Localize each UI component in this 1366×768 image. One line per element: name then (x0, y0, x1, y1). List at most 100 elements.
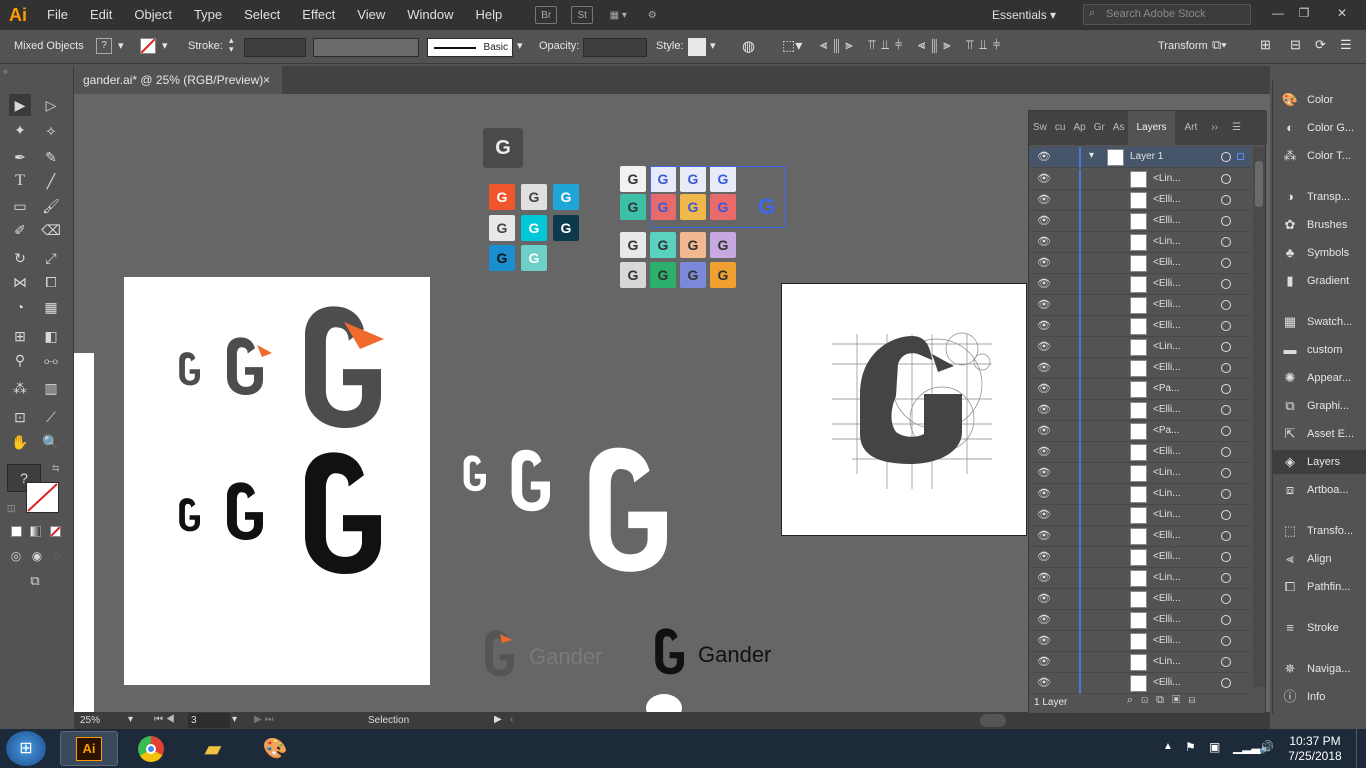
taskbar-chrome[interactable] (122, 731, 180, 766)
symbol-sprayer-tool-icon[interactable]: ⁂ (9, 377, 31, 399)
sublayer-target-icon[interactable] (1221, 405, 1231, 415)
menu-object[interactable]: Object (123, 0, 183, 30)
start-button-icon[interactable]: ⊞ (6, 731, 46, 766)
more-tabs-icon[interactable]: ›› (1207, 111, 1222, 145)
show-hidden-icons[interactable]: ▲ (1163, 741, 1173, 752)
sublayer-target-icon[interactable] (1221, 342, 1231, 352)
visibility-eye-icon[interactable]: 👁 (1037, 634, 1051, 647)
layer-sublayer-row[interactable]: 👁 <Elli... (1029, 358, 1251, 379)
visibility-eye-icon[interactable]: 👁 (1037, 340, 1051, 353)
icon-swatch-light[interactable]: G (521, 184, 547, 210)
sublayer-target-icon[interactable] (1221, 531, 1231, 541)
icon-swatch-mint[interactable]: G (650, 232, 676, 258)
dock-color[interactable]: 🎨 Color (1273, 88, 1366, 112)
sublayer-name[interactable]: <Elli... (1153, 320, 1181, 331)
sublayer-name[interactable]: <Elli... (1153, 530, 1181, 541)
style-dropdown-icon[interactable]: ▾ (710, 39, 716, 52)
direct-selection-tool-icon[interactable]: ▷ (40, 94, 62, 116)
align-buttons-icon[interactable]: ⫷⫼⫸ ⫪⫫⫩ ⫷⫼⫸ ⫪⫫⫩ (820, 37, 1006, 53)
visibility-eye-icon[interactable]: 👁 (1037, 424, 1051, 437)
sublayer-name[interactable]: <Elli... (1153, 194, 1181, 205)
sublayer-name[interactable]: <Elli... (1153, 635, 1181, 646)
icon-swatch-white[interactable]: G (489, 215, 515, 241)
shape-builder-tool-icon[interactable]: ◔ (9, 296, 31, 318)
layer-sublayer-row[interactable]: 👁 <Lin... (1029, 505, 1251, 526)
layer-sublayer-row[interactable]: 👁 <Lin... (1029, 568, 1251, 589)
first-artboard-icon[interactable]: ⏮ ◀ (154, 714, 175, 725)
visibility-eye-icon[interactable]: 👁 (1037, 487, 1051, 500)
status-menu-icon[interactable]: ▶ (494, 714, 502, 725)
dock-color-guide[interactable]: ◐ Color G... (1273, 116, 1366, 140)
draw-normal-icon[interactable]: ◎ (5, 545, 27, 567)
scroll-left-icon[interactable]: ‹ (510, 714, 513, 725)
app-icon-tile[interactable]: G (483, 128, 523, 168)
sublayer-target-icon[interactable] (1221, 426, 1231, 436)
visibility-eye-icon[interactable]: 👁 (1037, 508, 1051, 521)
minimize-button[interactable]: — (1266, 3, 1290, 23)
tab-swatches[interactable]: Sw (1029, 111, 1051, 145)
dock-align[interactable]: ⫷ Align (1273, 547, 1366, 571)
sublayer-name[interactable]: <Elli... (1153, 677, 1181, 688)
visibility-eye-icon[interactable]: 👁 (1037, 298, 1051, 311)
stock-search-input[interactable]: Search Adobe Stock (1083, 4, 1251, 25)
layer-sublayer-row[interactable]: 👁 <Elli... (1029, 610, 1251, 631)
sublayer-name[interactable]: <Elli... (1153, 278, 1181, 289)
taskbar-paint[interactable]: 🎨 (246, 731, 304, 766)
dock-brushes[interactable]: ✿ Brushes (1273, 213, 1366, 237)
artboard-number-input[interactable]: 3 (188, 713, 230, 728)
dock-asset-export[interactable]: ⇱ Asset E... (1273, 422, 1366, 446)
taskbar-file-explorer[interactable]: ▰ (184, 731, 242, 766)
mesh-tool-icon[interactable]: ⊞ (9, 325, 31, 347)
sublayer-name[interactable]: <Elli... (1153, 446, 1181, 457)
icon-swatch-orange[interactable]: G (489, 184, 515, 210)
bridge-button[interactable]: Br (535, 6, 558, 24)
sublayer-name[interactable]: <Lin... (1153, 509, 1181, 520)
pen-tool-icon[interactable]: ✒ (9, 146, 31, 168)
swap-fill-stroke-icon[interactable]: ⇆ (52, 463, 60, 474)
sublayer-name[interactable]: <Elli... (1153, 257, 1181, 268)
status-mode[interactable]: Selection (368, 715, 409, 726)
zoom-tool-icon[interactable]: 🔍 (40, 431, 62, 453)
shaper-tool-icon[interactable]: ✐ (9, 219, 31, 241)
hand-tool-icon[interactable]: ✋ (9, 431, 31, 453)
artboard-tool-icon[interactable]: ⊡ (9, 406, 31, 428)
layer-sublayer-row[interactable]: 👁 <Elli... (1029, 547, 1251, 568)
sublayer-target-icon[interactable] (1221, 657, 1231, 667)
arrange-icon[interactable]: ⊟ (1290, 37, 1301, 53)
sublayer-target-icon[interactable] (1221, 279, 1231, 289)
sublayer-target-icon[interactable] (1221, 510, 1231, 520)
rotate-tool-icon[interactable]: ↻ (9, 247, 31, 269)
visibility-eye-icon[interactable]: 👁 (1037, 214, 1051, 227)
menu-window[interactable]: Window (396, 0, 464, 30)
brush-definition[interactable]: Basic (427, 38, 513, 57)
perspective-grid-tool-icon[interactable]: ▦ (40, 296, 62, 318)
sublayer-name[interactable]: <Elli... (1153, 299, 1181, 310)
horizontal-scrollbar-thumb[interactable] (980, 714, 1006, 727)
visibility-eye-icon[interactable]: 👁 (1037, 550, 1051, 563)
draw-behind-icon[interactable]: ◉ (26, 545, 48, 567)
close-window-button[interactable]: ✕ (1330, 3, 1354, 23)
layer-sublayer-row[interactable]: 👁 <Lin... (1029, 484, 1251, 505)
icon-swatch-teal[interactable]: G (521, 245, 547, 271)
restore-button[interactable]: ❐ (1292, 3, 1316, 23)
system-clock[interactable]: 10:37 PM 7/25/2018 (1282, 734, 1348, 764)
tab-artboards[interactable]: Art (1175, 111, 1208, 145)
sublayer-target-icon[interactable] (1221, 195, 1231, 205)
curvature-tool-icon[interactable]: ✎ (40, 146, 62, 168)
layer-sublayer-row[interactable]: 👁 <Elli... (1029, 295, 1251, 316)
icon-swatch-peach[interactable]: G (680, 232, 706, 258)
sublayer-target-icon[interactable] (1221, 363, 1231, 373)
arrange-documents-icon[interactable]: ▦ ▾ (607, 6, 629, 24)
screen-mode-icon[interactable]: ⧉ (24, 570, 46, 592)
visibility-eye-icon[interactable]: 👁 (1037, 319, 1051, 332)
layers-footer-buttons-icon[interactable]: ⌕⊡⧉▣⊟ (1127, 694, 1203, 707)
tab-graphic-styles[interactable]: Gr (1090, 111, 1109, 145)
visibility-eye-icon[interactable]: 👁 (1037, 361, 1051, 374)
layer-sublayer-row[interactable]: 👁 <Pa... (1029, 379, 1251, 400)
visibility-eye-icon[interactable]: 👁 (1037, 571, 1051, 584)
artboard-construction-grid[interactable] (781, 283, 1027, 536)
sublayer-name[interactable]: <Elli... (1153, 614, 1181, 625)
visibility-eye-icon[interactable]: 👁 (1037, 613, 1051, 626)
visibility-eye-icon[interactable]: 👁 (1037, 655, 1051, 668)
layer-sublayer-row[interactable]: 👁 <Elli... (1029, 253, 1251, 274)
